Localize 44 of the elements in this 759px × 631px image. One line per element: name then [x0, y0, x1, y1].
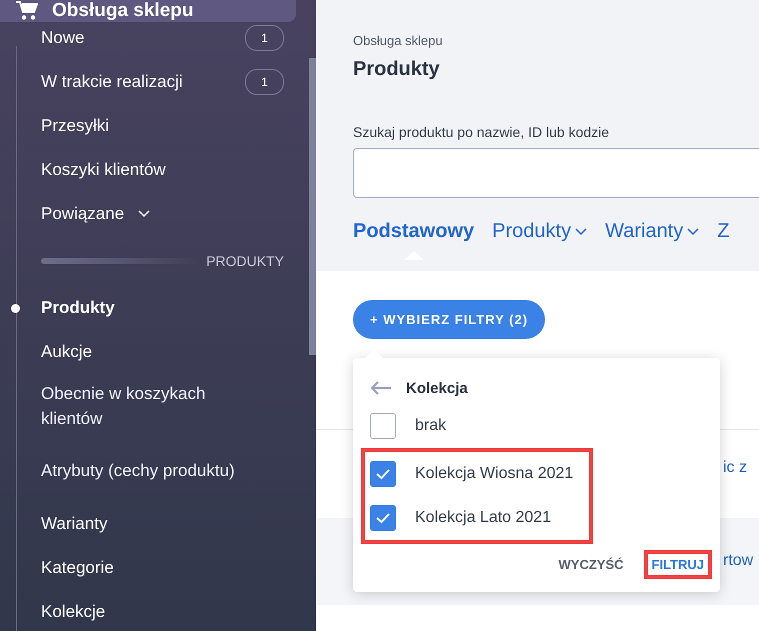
link-text[interactable]: ic z [723, 459, 747, 477]
link-text[interactable]: rtow [723, 552, 754, 570]
count-badge: 1 [245, 69, 284, 95]
checkbox[interactable] [370, 413, 396, 439]
sidebar-title: Obsługa sklepu [52, 0, 194, 22]
option-label: Kolekcja Wiosna 2021 [415, 465, 574, 483]
chevron-icon [138, 210, 150, 218]
sidebar-header[interactable]: Obsługa sklepu [0, 0, 296, 22]
checkbox[interactable] [370, 505, 396, 531]
filter-button[interactable]: + WYBIERZ FILTRY (2) [353, 300, 546, 339]
action-button[interactable]: FILTRUJ [644, 550, 712, 579]
option-label: Kolekcja Lato 2021 [415, 509, 552, 527]
count-badge: 1 [245, 25, 284, 51]
search-label: Szukaj produktu po nazwie, ID lub kodzie [353, 124, 610, 140]
cart-icon [16, 1, 38, 21]
checkmark-icon [375, 468, 391, 480]
sidebar-item[interactable]: Kolekcje [41, 602, 106, 622]
sidebar-item[interactable]: Koszyki klientów [41, 160, 166, 180]
sidebar-item[interactable]: Atrybuty (cechy produktu) [41, 438, 241, 502]
tab[interactable]: Warianty [605, 220, 700, 243]
section-heading: PRODUKTY [206, 253, 284, 269]
tab[interactable]: Produkty [492, 220, 588, 243]
sidebar-item[interactable]: Warianty [41, 514, 108, 534]
checkbox[interactable] [370, 461, 396, 487]
tab[interactable]: Z [717, 220, 730, 243]
chevron-icon [687, 228, 700, 236]
popup-title: Kolekcja [406, 380, 468, 396]
back-arrow-icon[interactable] [370, 381, 392, 395]
sidebar-item[interactable]: Produkty [41, 298, 115, 318]
sidebar-item[interactable]: Nowe [41, 28, 84, 48]
tab[interactable]: Podstawowy [353, 220, 474, 243]
checkmark-icon [375, 512, 391, 524]
sidebar-item[interactable]: Przesyłki [41, 116, 110, 136]
sidebar-item[interactable]: Aukcje [41, 342, 92, 362]
breadcrumb[interactable]: Obsługa sklepu [353, 33, 759, 48]
sidebar-item[interactable]: Obecnie w koszykach klientów [41, 374, 241, 438]
scrollbar[interactable] [309, 58, 316, 355]
option-label: brak [415, 417, 446, 435]
sidebar-item[interactable]: Powiązane [41, 192, 284, 236]
chevron-icon [575, 228, 588, 236]
page-title: Produkty [353, 58, 441, 81]
sidebar-item[interactable]: Kategorie [41, 558, 114, 578]
sidebar-item[interactable]: W trakcie realizacji [41, 72, 183, 92]
search-field[interactable] [353, 148, 759, 198]
